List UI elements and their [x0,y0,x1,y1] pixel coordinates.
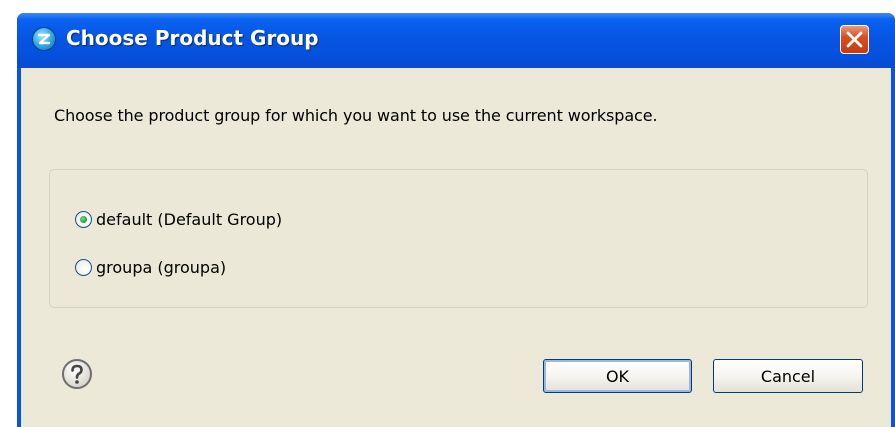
dialog-message: Choose the product group for which you w… [54,106,658,125]
close-button[interactable] [840,25,869,54]
option-label: default (Default Group) [96,209,283,229]
radio-selected-dot [80,215,87,223]
product-group-box: default (Default Group) groupa (groupa) [49,169,868,308]
window-title: Choose Product Group [66,26,319,50]
option-default[interactable]: default (Default Group) [75,207,282,231]
dialog-body: Choose the product group for which you w… [21,68,891,427]
close-icon [846,31,863,48]
option-label: groupa (groupa) [96,257,227,277]
title-bar[interactable]: Choose Product Group [17,13,895,68]
dialog-window: Choose Product Group Choose the product … [17,13,895,427]
product-icon [33,28,55,50]
help-icon[interactable] [61,358,93,390]
cancel-button[interactable]: Cancel [713,359,863,393]
radio-button-selected[interactable] [75,210,92,228]
ok-button[interactable]: OK [543,359,692,393]
option-groupa[interactable]: groupa (groupa) [75,255,226,279]
radio-button[interactable] [75,258,92,276]
